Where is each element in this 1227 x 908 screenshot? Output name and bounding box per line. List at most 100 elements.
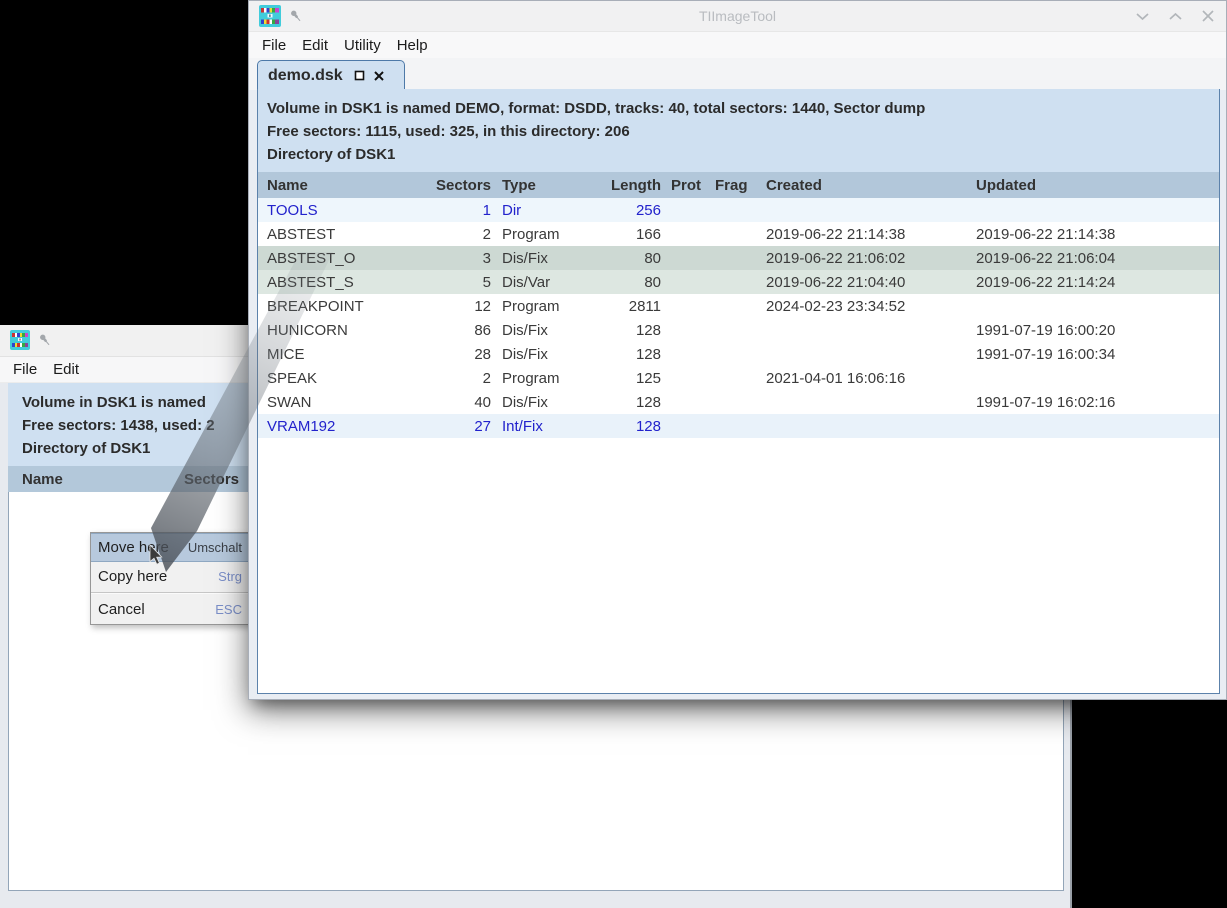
cell-sectors: 27 [417,418,491,435]
cell-type: Dis/Fix [491,346,592,363]
cell-type: Dis/Var [491,274,592,291]
menu-file[interactable]: File [254,37,294,54]
menu-help[interactable]: Help [389,37,436,54]
table-row[interactable]: ABSTEST_S5Dis/Var80 2019-06-22 21:04:4020… [258,270,1219,294]
cell-sectors: 1 [417,202,491,219]
table-row[interactable]: MICE28Dis/Fix128 1991-07-19 16:00:34 [258,342,1219,366]
cell-sectors: 5 [417,274,491,291]
cell-length: 80 [592,274,661,291]
tab-strip: demo.dsk [249,58,1226,90]
bw-menu-edit[interactable]: Edit [45,361,87,378]
tab-label: demo.dsk [268,67,343,85]
context-menu-cancel[interactable]: Cancel ESC [91,595,249,624]
cell-type: Dis/Fix [491,250,592,267]
table-row[interactable]: ABSTEST_O3Dis/Fix802019-06-22 21:06:0220… [258,246,1219,270]
column-length[interactable]: Length [592,177,661,194]
cell-type: Int/Fix [491,418,592,435]
app-icon [10,330,30,350]
column-updated[interactable]: Updated [963,177,1219,194]
context-menu-separator [91,592,249,594]
column-created[interactable]: Created [753,177,963,194]
cell-updated: 2019-06-22 21:14:24 [963,274,1219,291]
cell-sectors: 3 [417,250,491,267]
table-row[interactable]: ABSTEST2Program1662019-06-22 21:14:38201… [258,222,1219,246]
drag-context-menu: Move here Umschalt Copy here Strg Cancel… [90,532,250,625]
tab-demo-dsk[interactable]: demo.dsk [257,60,405,90]
table-row[interactable]: HUNICORN86Dis/Fix1281991-07-19 16:00:20 [258,318,1219,342]
main-window-menubar: File Edit Utility Help [249,31,1226,58]
table-row[interactable]: BREAKPOINT12Program28112024-02-23 23:34:… [258,294,1219,318]
cell-name: ABSTEST [258,226,417,243]
cell-name: TOOLS [258,202,417,219]
volume-info: Volume in DSK1 is named DEMO, format: DS… [258,89,1219,172]
move-here-shortcut: Umschalt [188,540,242,555]
cell-name: BREAKPOINT [258,298,417,315]
context-menu-move-here[interactable]: Move here Umschalt [91,533,249,562]
table-row[interactable]: SPEAK2Program1252021-04-01 16:06:16 [258,366,1219,390]
cell-length: 2811 [592,298,661,315]
desktop: { "main_window": { "title": "TIImageTool… [0,0,1227,908]
minimize-icon[interactable] [1136,12,1149,21]
cell-sectors: 28 [417,346,491,363]
main-window-titlebar[interactable]: TIImageTool [249,1,1226,31]
restore-tab-icon[interactable] [354,70,365,81]
cell-updated: 2019-06-22 21:14:38 [963,226,1219,243]
table-row[interactable]: TOOLS1Dir256 [258,198,1219,222]
cell-created: 2019-06-22 21:14:38 [753,226,963,243]
cell-type: Dis/Fix [491,394,592,411]
cell-created: 2019-06-22 21:04:40 [753,274,963,291]
directory-line: Directory of DSK1 [267,143,1219,166]
pin-icon[interactable] [37,332,53,348]
cell-sectors: 40 [417,394,491,411]
context-menu-copy-here[interactable]: Copy here Strg [91,562,249,591]
bw-column-name[interactable]: Name [14,471,180,488]
close-icon[interactable] [1202,10,1214,22]
free-sectors-line: Free sectors: 1115, used: 325, in this d… [267,120,1219,143]
cell-type: Program [491,226,592,243]
column-frag[interactable]: Frag [705,177,753,194]
cell-length: 128 [592,346,661,363]
cell-name: MICE [258,346,417,363]
bw-menu-file[interactable]: File [5,361,45,378]
cell-type: Dis/Fix [491,322,592,339]
table-row[interactable]: SWAN40Dis/Fix128 1991-07-19 16:02:16 [258,390,1219,414]
cell-updated: 2019-06-22 21:06:04 [963,250,1219,267]
maximize-icon[interactable] [1169,12,1182,21]
cell-length: 128 [592,418,661,435]
cell-updated: 1991-07-19 16:00:20 [963,322,1219,339]
cell-length: 125 [592,370,661,387]
cell-sectors: 2 [417,226,491,243]
disk-view: Volume in DSK1 is named DEMO, format: DS… [257,89,1220,694]
cell-name: SWAN [258,394,417,411]
volume-line: Volume in DSK1 is named DEMO, format: DS… [267,97,1219,120]
main-window: TIImageTool File Edit Utility Help demo.… [248,0,1227,700]
column-sectors[interactable]: Sectors [417,177,491,194]
cell-length: 80 [592,250,661,267]
cell-type: Program [491,298,592,315]
cell-name: ABSTEST_O [258,250,417,267]
cell-updated: 1991-07-19 16:00:34 [963,346,1219,363]
copy-here-label: Copy here [98,568,167,585]
cell-name: HUNICORN [258,322,417,339]
column-prot[interactable]: Prot [661,177,705,194]
column-type[interactable]: Type [491,177,592,194]
move-here-label: Move here [98,539,169,556]
cell-name: ABSTEST_S [258,274,417,291]
cell-name: SPEAK [258,370,417,387]
bw-column-sectors[interactable]: Sectors [180,471,239,488]
window-title: TIImageTool [249,8,1226,24]
cancel-shortcut: ESC [215,602,242,617]
cell-name: VRAM192 [258,418,417,435]
cell-type: Dir [491,202,592,219]
cell-updated: 1991-07-19 16:02:16 [963,394,1219,411]
cell-length: 128 [592,394,661,411]
column-name[interactable]: Name [258,177,417,194]
file-list[interactable]: TOOLS1Dir256ABSTEST2Program1662019-06-22… [258,198,1219,438]
close-tab-icon[interactable] [374,71,384,81]
cell-created: 2021-04-01 16:06:16 [753,370,963,387]
menu-utility[interactable]: Utility [336,37,389,54]
table-header: Name Sectors Type Length Prot Frag Creat… [258,172,1219,198]
cell-sectors: 12 [417,298,491,315]
table-row[interactable]: VRAM19227Int/Fix128 [258,414,1219,438]
menu-edit[interactable]: Edit [294,37,336,54]
